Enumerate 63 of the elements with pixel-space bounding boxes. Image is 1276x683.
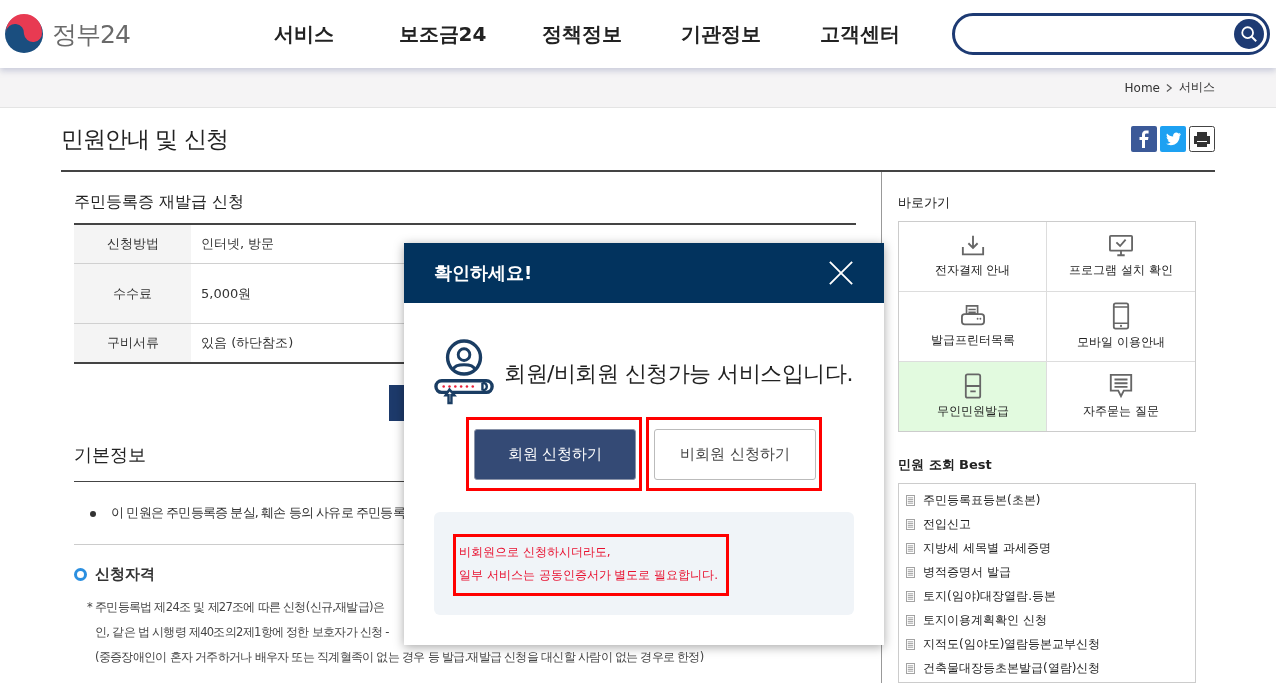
nav-link[interactable]: 보조금24: [373, 20, 512, 48]
quick-link[interactable]: 발급프린터목록: [899, 292, 1047, 362]
document-icon: [906, 542, 915, 554]
note-text: 인, 같은 법 시행령 제40조의2제1항에 정한 보호자가 신청 -: [95, 625, 390, 640]
table-cell-text: 5,000원: [200, 284, 252, 303]
best-link[interactable]: 토지이용계획확인 신청: [923, 611, 1047, 629]
document-icon: [906, 494, 915, 506]
search-field[interactable]: [952, 13, 1270, 55]
document-icon: [906, 590, 915, 602]
nav-link[interactable]: 정책정보: [512, 20, 651, 48]
chevron-icon: [1166, 82, 1173, 93]
breadcrumb-link[interactable]: 서비스: [1179, 79, 1215, 96]
bullet-icon: [90, 510, 96, 517]
table-header-cell: 신청방법: [74, 225, 191, 263]
best-link[interactable]: 주민등록표등본(초본): [923, 491, 1041, 509]
sidebar-heading: 민원 조회 Best: [898, 456, 993, 474]
modal-message: 회원/비회원 신청가능 서비스입니다.: [504, 360, 853, 388]
table-header-cell: 수수료: [74, 264, 191, 323]
circle-icon: [74, 568, 87, 581]
nav-link[interactable]: 기관정보: [651, 20, 790, 48]
best-link[interactable]: 지방세 세목별 과세증명: [923, 539, 1051, 557]
apply-button[interactable]: 비회원 신청하기: [654, 429, 816, 480]
warning-text: 비회원으로 신청하시더라도,: [459, 544, 612, 561]
subsection-heading: 신청자격: [95, 565, 155, 584]
logo-icon[interactable]: [4, 14, 44, 54]
search-icon[interactable]: [1234, 19, 1264, 49]
monitor-icon: [1107, 234, 1135, 258]
best-link[interactable]: 토지(임야)대장열람.등본: [923, 587, 1057, 605]
page-title: 민원안내 및 신청: [61, 124, 228, 154]
breadcrumb-link[interactable]: Home: [1124, 80, 1160, 95]
document-icon: [906, 566, 915, 578]
document-icon: [906, 662, 915, 674]
print-icon[interactable]: [1189, 126, 1215, 152]
best-link[interactable]: 병적증명서 발급: [923, 563, 1011, 581]
nav-link[interactable]: 서비스: [234, 20, 373, 48]
best-link[interactable]: 지적도(임야도)열람등본교부신청: [923, 635, 1101, 653]
table-header-cell: 구비서류: [74, 324, 191, 362]
document-icon: [906, 638, 915, 650]
document-icon: [906, 614, 915, 626]
info-text: 이 민원은 주민등록증 분실, 훼손 등의 사유로 주민등록: [111, 505, 405, 522]
quick-link[interactable]: 전자결제 안내: [899, 222, 1047, 292]
logo-text[interactable]: 정부24: [52, 17, 130, 51]
note-text: (중증장애인이 혼자 거주하거나 배우자 또는 직계혈족이 없는 경우 등 발급.재발급 신청을 대신할 사람이 없는 경우로 한정): [95, 650, 705, 665]
best-link[interactable]: 전입신고: [923, 515, 971, 533]
close-icon[interactable]: [828, 260, 854, 286]
nav-link[interactable]: 고객센터: [790, 20, 929, 48]
kiosk-icon: [963, 373, 982, 399]
modal-title: 확인하세요!: [434, 261, 533, 285]
table-cell-text: 있음 (하단참조): [200, 334, 294, 352]
table-cell-text: 인터넷, 방문: [200, 235, 275, 253]
sidebar-heading: 바로가기: [898, 194, 951, 212]
smartphone-icon: [1112, 302, 1130, 330]
download-icon: [959, 234, 986, 258]
warning-text: 일부 서비스는 공동인증서가 별도로 필요합니다.: [459, 567, 719, 584]
document-icon: [906, 518, 915, 530]
facebook-icon[interactable]: [1131, 126, 1157, 152]
quick-link[interactable]: 무인민원발급: [899, 362, 1047, 431]
apply-button[interactable]: 회원 신청하기: [474, 429, 636, 480]
printer-icon: [958, 304, 987, 328]
note-text: * 주민등록법 제24조 및 제27조에 따른 신청(신규,재발급)은: [87, 600, 386, 615]
section-title: 주민등록증 재발급 신청: [74, 192, 246, 213]
best-link[interactable]: 건축물대장등초본발급(열람)신청: [923, 659, 1101, 677]
speech-bubble-icon: [1108, 373, 1134, 399]
